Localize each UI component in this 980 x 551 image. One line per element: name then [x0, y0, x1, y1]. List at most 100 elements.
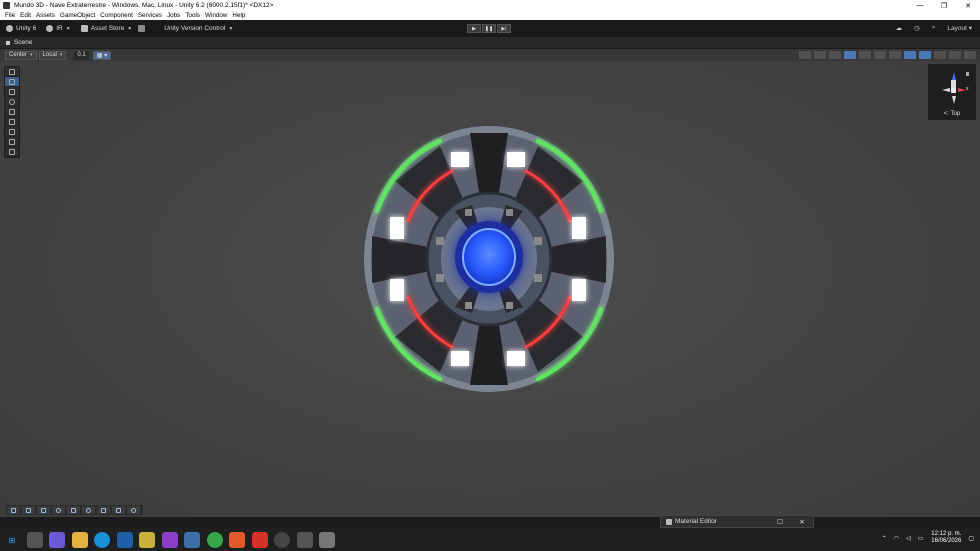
window-title: Mundo 3D - Nave Extraterrestre - Windows…	[14, 2, 274, 9]
package-button[interactable]	[138, 25, 148, 32]
unity-label: Unity 6	[16, 25, 37, 32]
overlay-pivot-icon[interactable]	[97, 506, 110, 514]
draw-mode-icon[interactable]	[799, 51, 811, 59]
shading-shaded-icon[interactable]	[829, 51, 841, 59]
account-dropdown[interactable]: IR ▼	[46, 25, 71, 32]
visual-studio-icon[interactable]	[161, 532, 178, 548]
overlay-moon-glyph	[56, 507, 61, 513]
menu-assets[interactable]: Assets	[36, 12, 55, 19]
battery-icon[interactable]: ▭	[918, 535, 924, 542]
snap-increment-field[interactable]: 0.1	[74, 50, 89, 60]
gizmos-icon[interactable]	[934, 51, 946, 59]
minimize-button[interactable]: —	[908, 2, 932, 10]
version-control-dropdown[interactable]: Unity Version Control ▼	[164, 25, 233, 32]
overlay-snap-icon[interactable]	[37, 506, 50, 514]
unity-hub-icon[interactable]	[296, 532, 313, 548]
menu-edit[interactable]: Edit	[20, 12, 31, 19]
overlay-light-icon[interactable]	[67, 506, 80, 514]
app-icon[interactable]	[139, 532, 155, 548]
menu-tools[interactable]: Tools	[185, 12, 200, 19]
transform-tool[interactable]	[5, 127, 19, 137]
shading-lit-icon[interactable]	[844, 51, 856, 59]
view-options-icon[interactable]	[949, 51, 961, 59]
menu-gameobject[interactable]: GameObject	[60, 12, 95, 19]
scene-viewport[interactable]: x <: Top	[0, 61, 980, 517]
menu-component[interactable]: Component	[100, 12, 133, 19]
play-button[interactable]: ▶	[467, 24, 481, 33]
asset-store-dropdown[interactable]: Asset Store ▼	[80, 25, 132, 32]
scene-view-options	[796, 51, 976, 59]
cloud-icon[interactable]: ☁	[896, 24, 903, 32]
pause-button[interactable]: ❚❚	[482, 24, 496, 33]
camera-icon[interactable]	[904, 51, 916, 59]
chevron-up-icon[interactable]: ⌃	[882, 535, 887, 542]
toolbar-right: ☁ ◷ ⌕ Layout ▾	[884, 24, 972, 32]
menu-file[interactable]: File	[5, 12, 15, 19]
app-icon[interactable]	[274, 532, 290, 548]
unity-account-menu[interactable]: Unity 6	[6, 25, 36, 32]
scale-tool[interactable]	[5, 107, 19, 117]
layout-dropdown[interactable]: Layout ▾	[947, 24, 972, 32]
rect-tool[interactable]	[5, 117, 19, 127]
view-tool[interactable]	[5, 67, 19, 77]
hand-icon	[9, 78, 15, 85]
overlay-frame-icon[interactable]	[112, 506, 125, 514]
orientation-gizmo[interactable]: x <: Top	[928, 64, 976, 120]
extra-tool[interactable]	[5, 147, 19, 157]
material-editor-window[interactable]: Material Editor ☐ ✕	[660, 515, 814, 528]
transform-icon	[9, 128, 15, 135]
edge-icon[interactable]	[94, 532, 110, 548]
material-editor-title: Material Editor	[675, 518, 717, 525]
view-label[interactable]: <: Top	[928, 111, 976, 117]
audio-icon[interactable]	[889, 51, 901, 59]
copilot-icon[interactable]	[49, 532, 65, 548]
overlay-link-icon[interactable]	[127, 506, 140, 514]
hand-tool[interactable]	[5, 77, 19, 87]
pivot-dropdown[interactable]: Center ▾	[5, 50, 37, 60]
tab-scene[interactable]: Scene	[6, 39, 32, 46]
maximize-button[interactable]: ❐	[932, 2, 956, 10]
effects-icon[interactable]	[874, 51, 886, 59]
settings-icon[interactable]	[964, 51, 976, 59]
notifications-icon[interactable]: ▢	[968, 535, 974, 542]
menu-jobs[interactable]: Jobs	[167, 12, 180, 19]
space-dropdown[interactable]: Local ▾	[38, 50, 67, 60]
layout-label: Layout	[947, 25, 967, 32]
taskbar-clock[interactable]: 12:12 p. m. 16/06/2026	[931, 531, 961, 545]
wifi-icon[interactable]: ◠	[894, 535, 899, 542]
task-view-icon[interactable]	[26, 532, 43, 548]
rotate-tool[interactable]	[5, 97, 19, 107]
step-button[interactable]: ▶|	[497, 24, 511, 33]
render-mode-icon[interactable]	[859, 51, 871, 59]
close-icon[interactable]: ✕	[791, 518, 813, 526]
file-explorer-icon[interactable]	[71, 532, 88, 548]
menu-services[interactable]: Services	[138, 12, 162, 19]
app-icon[interactable]	[251, 532, 268, 548]
close-button[interactable]: ✕	[956, 2, 980, 10]
brave-icon[interactable]	[229, 532, 245, 548]
move-tool[interactable]	[5, 87, 19, 97]
app-icon[interactable]	[206, 532, 223, 548]
custom-tool[interactable]	[5, 137, 19, 147]
app-icon[interactable]	[184, 532, 200, 548]
spaceship-render	[364, 126, 614, 392]
visibility-eye-icon[interactable]	[919, 51, 931, 59]
app-icon[interactable]	[116, 532, 133, 548]
scale-icon	[9, 108, 15, 115]
volume-icon[interactable]: ◁	[906, 535, 911, 542]
menu-help[interactable]: Help	[232, 12, 245, 19]
history-icon[interactable]: ◷	[914, 24, 920, 32]
start-icon[interactable]: ⊞	[4, 532, 20, 548]
grid-snap-toggle[interactable]: ▦ ▾	[92, 50, 112, 60]
menu-window[interactable]: Window	[205, 12, 227, 19]
play-controls: ▶ ❚❚ ▶|	[467, 24, 512, 33]
search-icon[interactable]: ⌕	[932, 24, 936, 32]
overlay-zoom-icon[interactable]	[82, 506, 95, 514]
overlay-move-icon[interactable]	[7, 506, 20, 514]
overlay-moon-icon[interactable]	[52, 506, 65, 514]
shading-wire-icon[interactable]	[814, 51, 826, 59]
maximize-icon[interactable]: ☐	[769, 518, 791, 526]
overlay-grid-icon[interactable]	[22, 506, 35, 514]
unity-editor-icon[interactable]	[319, 532, 335, 548]
status-strip	[0, 517, 980, 528]
